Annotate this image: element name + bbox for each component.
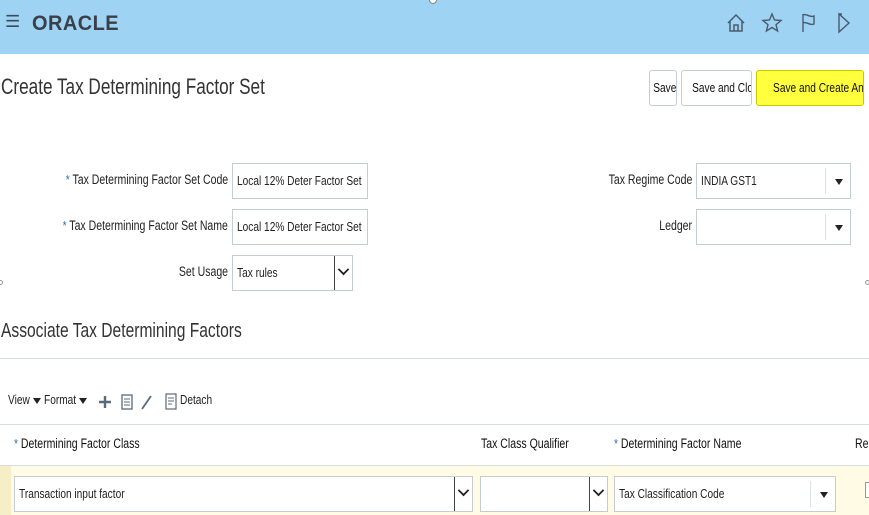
column-header-factor-name[interactable]: * Determining Factor Name [614,436,777,451]
oracle-logo[interactable]: ORACLE [32,12,124,36]
dropdown-arrow-icon[interactable] [820,492,828,498]
set-usage-select[interactable]: Tax rules [232,255,353,291]
required-indicator: * [62,218,67,233]
usage-label: Set Usage [178,264,228,279]
detach-button[interactable]: Detach [180,392,221,407]
format-menu[interactable]: Format [44,392,88,407]
ledger-select[interactable] [696,209,851,245]
required-indicator: * [14,436,18,451]
factor-class-select[interactable]: Transaction input factor [14,476,473,512]
save-and-create-another-button[interactable]: Save and Create Another [756,70,864,106]
regime-label: Tax Regime Code [608,172,692,187]
page-title: Create Tax Determining Factor Set [1,74,265,99]
required-indicator: * [65,172,70,187]
section-divider [0,358,869,359]
section-title: Associate Tax Determining Factors [1,320,242,342]
detach-icon[interactable] [162,392,180,412]
star-icon[interactable] [759,10,785,36]
code-input[interactable]: Local 12% Deter Factor Set [232,163,368,199]
dropdown-arrow-icon[interactable] [835,225,843,231]
chevron-down-icon[interactable] [589,477,607,511]
name-label: * Tax Determining Factor Set Name [62,218,228,233]
required-indicator: * [614,436,618,451]
dropdown-arrow-icon[interactable] [835,179,843,185]
chevron-down-icon[interactable] [454,477,472,511]
global-header: ☰ ORACLE [0,0,869,54]
flag-icon[interactable] [795,10,821,36]
column-header-required[interactable]: Req [855,436,869,451]
save-button[interactable]: Save [649,70,677,106]
add-icon[interactable] [96,392,114,412]
chevron-down-icon[interactable] [334,256,352,290]
home-icon[interactable] [723,10,749,36]
column-header-qualifier[interactable]: Tax Class Qualifier [481,436,594,451]
factor-name-select[interactable]: Tax Classification Code [614,476,836,512]
duplicate-icon[interactable] [118,392,136,412]
ledger-label[interactable]: Ledger [650,218,692,233]
view-menu[interactable]: View [8,392,41,407]
qualifier-select[interactable] [480,476,608,512]
code-label: * Tax Determining Factor Set Code [65,172,228,187]
hamburger-icon[interactable]: ☰ [5,12,20,32]
row-selector[interactable] [0,466,11,515]
notification-icon[interactable] [831,10,857,36]
splitter-handle[interactable] [865,280,869,285]
edit-icon[interactable] [138,392,156,412]
required-checkbox[interactable] [865,482,869,498]
save-and-close-button[interactable]: Save and Close [681,70,752,106]
tax-regime-select[interactable]: INDIA GST1 [696,163,851,199]
name-input[interactable]: Local 12% Deter Factor Set [232,209,368,245]
splitter-handle[interactable] [0,280,3,285]
column-header-factor-class[interactable]: * Determining Factor Class [14,436,175,451]
